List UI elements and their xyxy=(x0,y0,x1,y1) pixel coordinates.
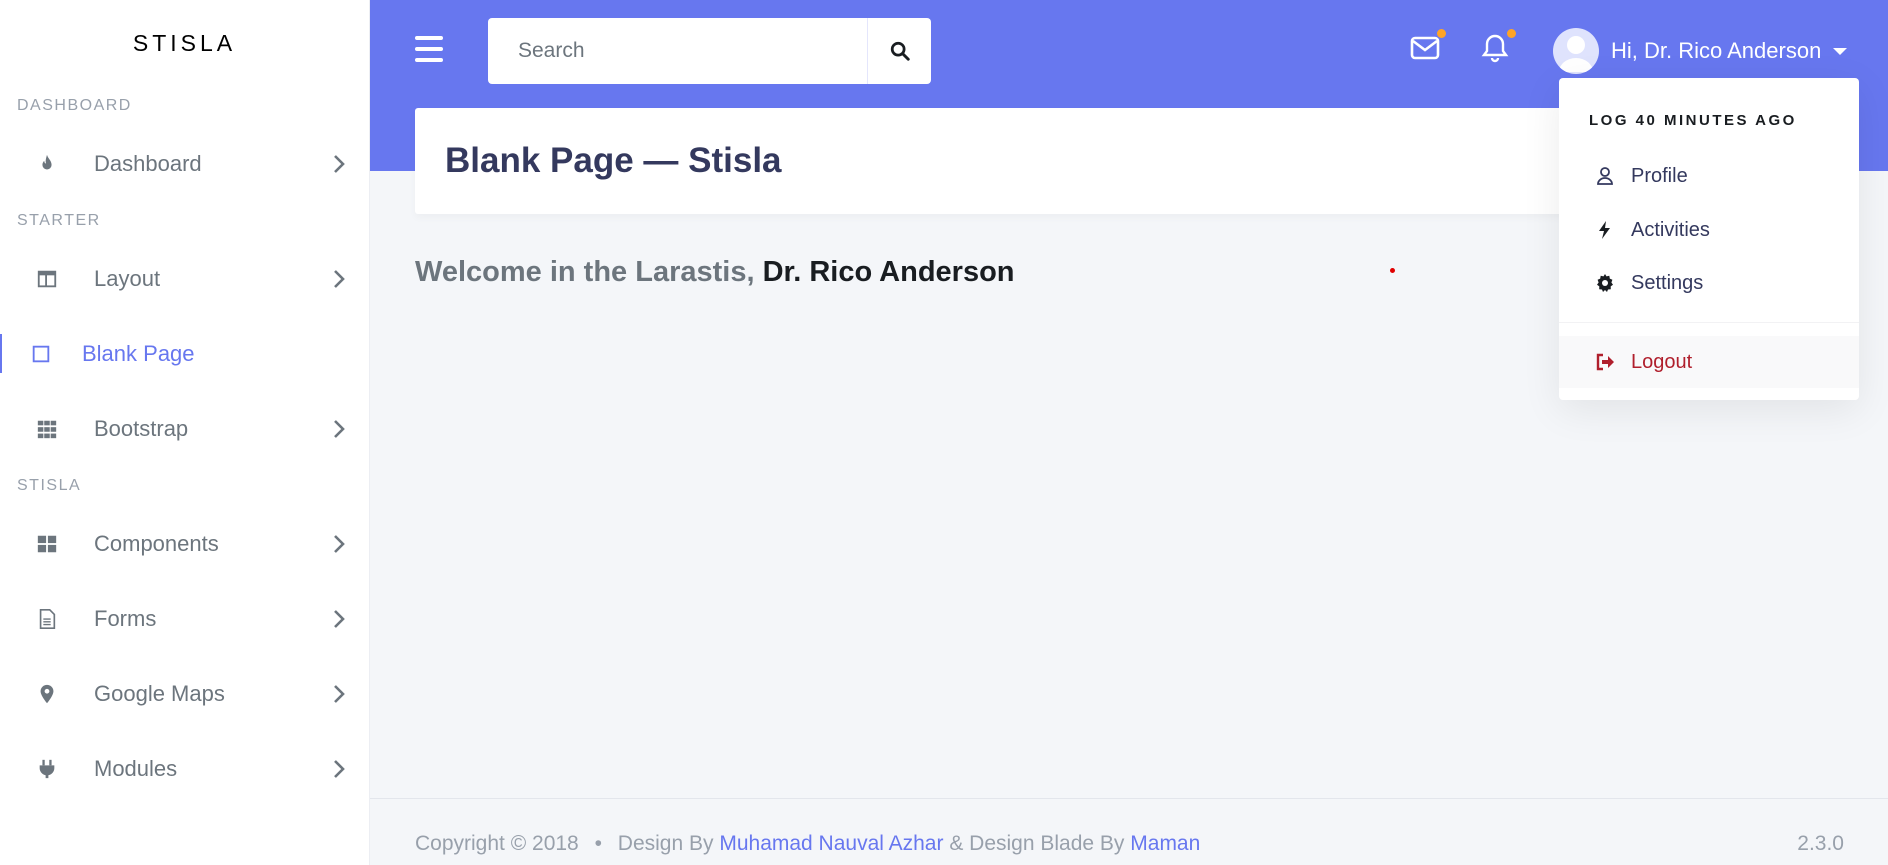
search-form xyxy=(488,18,931,84)
chevron-right-icon xyxy=(309,684,369,704)
plug-icon xyxy=(0,758,94,780)
search-input[interactable] xyxy=(488,18,867,84)
search-button[interactable] xyxy=(867,18,931,84)
messages-button[interactable] xyxy=(1410,29,1446,63)
notification-badge xyxy=(1437,29,1446,38)
chevron-right-icon xyxy=(309,609,369,629)
sidebar-item-bootstrap[interactable]: Bootstrap xyxy=(0,391,369,466)
sidebar-item-components[interactable]: Components xyxy=(0,506,369,581)
welcome-name: Dr. Rico Anderson xyxy=(762,256,1015,288)
sidebar-item-label: Blank Page xyxy=(82,340,195,366)
file-icon xyxy=(0,608,94,630)
page-title: Blank Page — Stisla xyxy=(445,141,782,180)
version-text: 2.3.0 xyxy=(1797,832,1844,855)
footer-separator: • xyxy=(594,832,602,855)
dropdown-title: LOG 40 MINUTES AGO xyxy=(1589,112,1797,129)
menu-header-stisla: STISLA xyxy=(17,477,82,494)
columns-icon xyxy=(0,268,94,290)
user-menu-toggle[interactable]: Hi, Dr. Rico Anderson xyxy=(1553,28,1848,74)
grid-icon xyxy=(0,418,94,440)
footer: Copyright © 2018 • Design By Muhamad Nau… xyxy=(370,798,1888,865)
dropdown-divider xyxy=(1559,322,1859,323)
chevron-right-icon xyxy=(309,154,369,174)
user-icon xyxy=(1597,167,1613,185)
design-by-text: Design By xyxy=(617,832,714,855)
brand-logo[interactable]: STISLA xyxy=(0,0,369,86)
chevron-right-icon xyxy=(309,759,369,779)
cursor-dot xyxy=(1390,268,1395,273)
cog-icon xyxy=(1597,274,1613,292)
menu-header-starter: STARTER xyxy=(17,212,101,229)
bolt-icon xyxy=(1599,221,1610,239)
envelope-icon xyxy=(1410,36,1440,60)
sidebar-item-forms[interactable]: Forms xyxy=(0,581,369,656)
logout-label: Logout xyxy=(1631,350,1693,373)
caret-down-icon xyxy=(1833,47,1848,55)
sidebar-item-label: Dashboard xyxy=(94,150,202,176)
notifications-button[interactable] xyxy=(1480,29,1516,63)
sidebar-item-label: Google Maps xyxy=(94,680,225,706)
dropdown-item-activities[interactable]: Activities xyxy=(1559,204,1859,256)
chevron-right-icon xyxy=(309,269,369,289)
dropdown-item-label: Profile xyxy=(1631,164,1688,187)
sidebar-item-label: Bootstrap xyxy=(94,415,189,441)
dropdown-item-label: Settings xyxy=(1631,271,1704,294)
dropdown-item-logout[interactable]: Logout xyxy=(1559,336,1859,388)
search-icon xyxy=(890,41,910,61)
sidebar-item-modules[interactable]: Modules xyxy=(0,731,369,806)
welcome-message: Welcome in the Larastis, Dr. Rico Anders… xyxy=(415,256,1015,289)
sidebar-item-dashboard[interactable]: Dashboard xyxy=(0,126,369,201)
sidebar-item-label: Modules xyxy=(94,755,178,781)
user-dropdown-menu: LOG 40 MINUTES AGO Profile Activities Se… xyxy=(1559,78,1859,400)
fire-icon xyxy=(0,153,94,175)
dropdown-item-label: Activities xyxy=(1631,218,1710,241)
sidebar-item-label: Forms xyxy=(94,605,157,631)
welcome-prefix: Welcome in the Larastis, xyxy=(415,256,755,288)
sidebar-item-label: Layout xyxy=(94,265,161,291)
square-icon xyxy=(0,343,82,365)
menu-toggle-icon[interactable] xyxy=(415,36,443,62)
chevron-right-icon xyxy=(309,534,369,554)
copyright-text: Copyright © 2018 xyxy=(415,832,579,855)
designer-link[interactable]: Muhamad Nauval Azhar xyxy=(719,832,943,855)
dropdown-item-settings[interactable]: Settings xyxy=(1559,257,1859,309)
blade-by-text: & Design Blade By xyxy=(949,832,1125,855)
sign-out-icon xyxy=(1596,353,1614,371)
sidebar-item-blank-page[interactable]: Blank Page xyxy=(0,316,369,391)
sidebar-item-google-maps[interactable]: Google Maps xyxy=(0,656,369,731)
bell-icon xyxy=(1481,34,1509,63)
components-icon xyxy=(0,533,94,555)
avatar xyxy=(1553,28,1599,74)
sidebar: STISLA DASHBOARD Dashboard STARTER Layou… xyxy=(0,0,370,865)
sidebar-item-label: Components xyxy=(94,530,219,556)
notification-badge xyxy=(1507,29,1516,38)
menu-header-dashboard: DASHBOARD xyxy=(17,97,132,114)
footer-credits: Copyright © 2018 • Design By Muhamad Nau… xyxy=(415,832,1200,856)
map-marker-icon xyxy=(0,683,94,705)
sidebar-item-layout[interactable]: Layout xyxy=(0,241,369,316)
chevron-right-icon xyxy=(309,419,369,439)
user-greeting: Hi, Dr. Rico Anderson xyxy=(1611,38,1822,63)
dropdown-item-profile[interactable]: Profile xyxy=(1559,150,1859,202)
blade-designer-link[interactable]: Maman xyxy=(1130,832,1200,855)
